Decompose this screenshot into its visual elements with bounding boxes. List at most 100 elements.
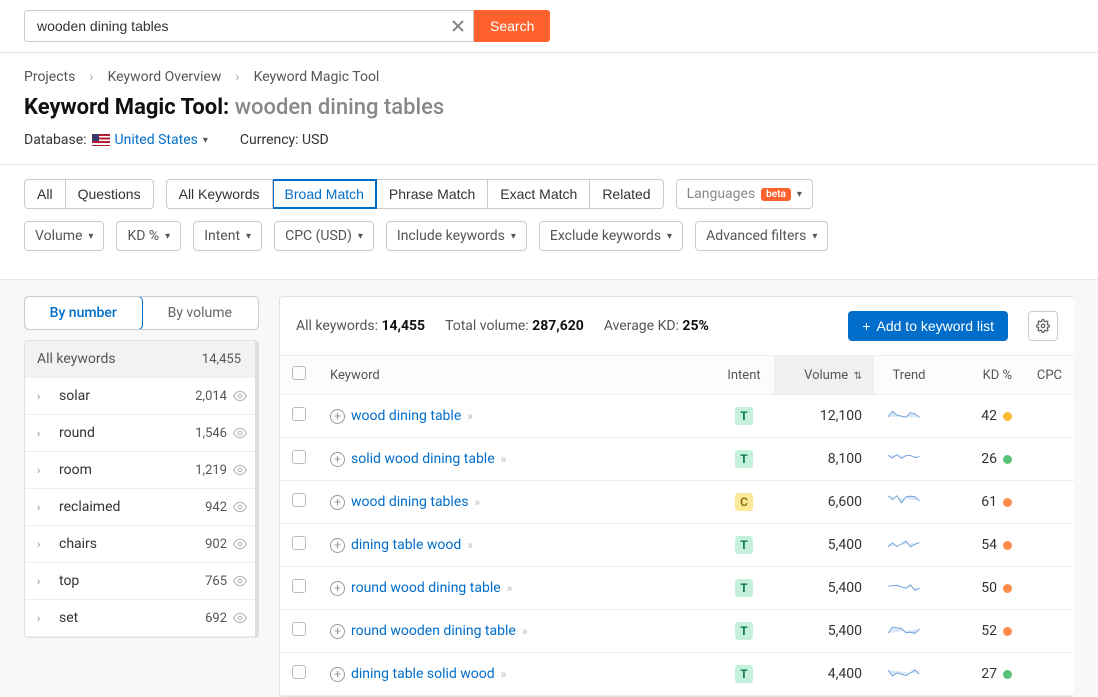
sidebar-list: All keywords 14,455 ›solar2,014›round1,5… xyxy=(24,340,259,638)
keyword-cell[interactable]: +wood dining table» xyxy=(318,395,714,438)
row-checkbox[interactable] xyxy=(292,450,306,464)
keyword-cell[interactable]: +solid wood dining table» xyxy=(318,438,714,481)
sidebar-tab-by-volume[interactable]: By volume xyxy=(142,297,259,329)
chevron-right-icon: › xyxy=(37,612,53,625)
chevrons-right-icon: » xyxy=(501,667,507,681)
keyword-link[interactable]: dining table wood xyxy=(351,537,461,553)
sidebar-item[interactable]: ›solar2,014 xyxy=(25,378,255,415)
flag-us-icon xyxy=(92,134,110,146)
col-intent[interactable]: Intent xyxy=(714,356,774,395)
question-filter-group: AllQuestions xyxy=(24,179,154,209)
filter-exclude-keywords[interactable]: Exclude keywords▾ xyxy=(539,221,683,251)
eye-icon xyxy=(233,426,247,440)
sidebar-item-label: set xyxy=(59,610,183,626)
search-button[interactable]: Search xyxy=(474,10,550,42)
row-checkbox[interactable] xyxy=(292,536,306,550)
add-keyword-icon[interactable]: + xyxy=(330,538,345,553)
volume-cell: 6,600 xyxy=(774,481,874,524)
match-tab-broad-match[interactable]: Broad Match xyxy=(273,179,377,209)
sidebar-header-row[interactable]: All keywords 14,455 xyxy=(25,341,255,378)
filter-intent[interactable]: Intent▾ xyxy=(193,221,262,251)
filter-kd-[interactable]: KD %▾ xyxy=(116,221,181,251)
add-keyword-icon[interactable]: + xyxy=(330,452,345,467)
intent-badge: T xyxy=(735,450,753,468)
select-all-checkbox[interactable] xyxy=(292,366,306,380)
row-checkbox[interactable] xyxy=(292,622,306,636)
keyword-link[interactable]: wood dining table xyxy=(351,408,461,424)
breadcrumb-item[interactable]: Projects xyxy=(24,69,75,85)
kd-cell: 52 xyxy=(944,610,1024,653)
top-bar: Search xyxy=(0,0,1098,53)
keyword-link[interactable]: dining table solid wood xyxy=(351,666,495,682)
sidebar-item[interactable]: ›round1,546 xyxy=(25,415,255,452)
search-input[interactable] xyxy=(37,18,451,34)
summary-row: All keywords: 14,455 Total volume: 287,6… xyxy=(280,297,1074,356)
sidebar-item[interactable]: ›set692 xyxy=(25,600,255,637)
add-to-list-button[interactable]: + Add to keyword list xyxy=(848,311,1008,341)
meta-row: Database: United States ▾ Currency: USD xyxy=(24,132,1074,148)
chevron-down-icon: ▾ xyxy=(246,231,251,242)
clear-icon[interactable] xyxy=(451,19,465,33)
volume-cell: 5,400 xyxy=(774,610,874,653)
sidebar-tab-by-number[interactable]: By number xyxy=(24,296,143,330)
keyword-link[interactable]: solid wood dining table xyxy=(351,451,495,467)
filter-volume[interactable]: Volume▾ xyxy=(24,221,104,251)
trend-sparkline xyxy=(886,534,926,552)
beta-badge: beta xyxy=(761,188,791,201)
match-tab-phrase-match[interactable]: Phrase Match xyxy=(377,179,488,209)
keyword-cell[interactable]: + dining table wood » xyxy=(318,524,714,567)
sidebar-item-label: top xyxy=(59,573,183,589)
filter-include-keywords[interactable]: Include keywords▾ xyxy=(386,221,527,251)
add-keyword-icon[interactable]: + xyxy=(330,495,345,510)
breadcrumb-item[interactable]: Keyword Magic Tool xyxy=(254,69,380,85)
intent-badge: T xyxy=(735,622,753,640)
keyword-cell[interactable]: +wood dining tables» xyxy=(318,481,714,524)
sidebar-item[interactable]: › reclaimed942 xyxy=(25,489,255,526)
filter-advanced-filters[interactable]: Advanced filters▾ xyxy=(695,221,828,251)
cpc-cell xyxy=(1024,438,1074,481)
sidebar-item-label: reclaimed xyxy=(59,499,183,515)
sidebar-item-count: 1,219 xyxy=(183,463,233,478)
filter-tab-all[interactable]: All xyxy=(24,179,66,209)
col-cpc[interactable]: CPC xyxy=(1024,356,1074,395)
filter-tab-questions[interactable]: Questions xyxy=(66,179,154,209)
match-tab-all-keywords[interactable]: All Keywords xyxy=(166,179,273,209)
row-checkbox[interactable] xyxy=(292,407,306,421)
trend-cell xyxy=(874,567,944,610)
row-checkbox[interactable] xyxy=(292,493,306,507)
add-keyword-icon[interactable]: + xyxy=(330,581,345,596)
keyword-link[interactable]: round wood dining table xyxy=(351,580,501,596)
keyword-cell[interactable]: +round wooden dining table» xyxy=(318,610,714,653)
chevron-right-icon: › xyxy=(37,501,53,514)
breadcrumb-item[interactable]: Keyword Overview xyxy=(108,69,222,85)
database-selector[interactable]: Database: United States ▾ xyxy=(24,132,208,148)
chevron-right-icon: › xyxy=(235,69,239,85)
col-volume[interactable]: Volume ⇅ xyxy=(774,356,874,395)
row-checkbox[interactable] xyxy=(292,579,306,593)
match-tab-exact-match[interactable]: Exact Match xyxy=(488,179,590,209)
filter-cpc-usd-[interactable]: CPC (USD)▾ xyxy=(274,221,374,251)
intent-badge: T xyxy=(735,665,753,683)
sidebar-item[interactable]: ›room1,219 xyxy=(25,452,255,489)
sidebar-item[interactable]: ›chairs902 xyxy=(25,526,255,563)
keyword-link[interactable]: wood dining tables xyxy=(351,494,468,510)
col-keyword[interactable]: Keyword xyxy=(318,356,714,395)
languages-dropdown[interactable]: Languages beta ▾ xyxy=(676,179,813,209)
trend-cell xyxy=(874,481,944,524)
sidebar-item-count: 942 xyxy=(183,500,233,515)
add-keyword-icon[interactable]: + xyxy=(330,667,345,682)
kd-dot xyxy=(1003,498,1012,507)
chevrons-right-icon: » xyxy=(467,538,473,552)
keyword-cell[interactable]: + dining table solid wood » xyxy=(318,653,714,696)
volume-cell: 12,100 xyxy=(774,395,874,438)
match-tab-related[interactable]: Related xyxy=(590,179,663,209)
col-kd[interactable]: KD % xyxy=(944,356,1024,395)
settings-button[interactable] xyxy=(1028,311,1058,341)
row-checkbox[interactable] xyxy=(292,665,306,679)
keyword-cell[interactable]: +round wood dining table» xyxy=(318,567,714,610)
add-keyword-icon[interactable]: + xyxy=(330,624,345,639)
keyword-link[interactable]: round wooden dining table xyxy=(351,623,516,639)
col-trend[interactable]: Trend xyxy=(874,356,944,395)
sidebar-item[interactable]: ›top765 xyxy=(25,563,255,600)
add-keyword-icon[interactable]: + xyxy=(330,409,345,424)
